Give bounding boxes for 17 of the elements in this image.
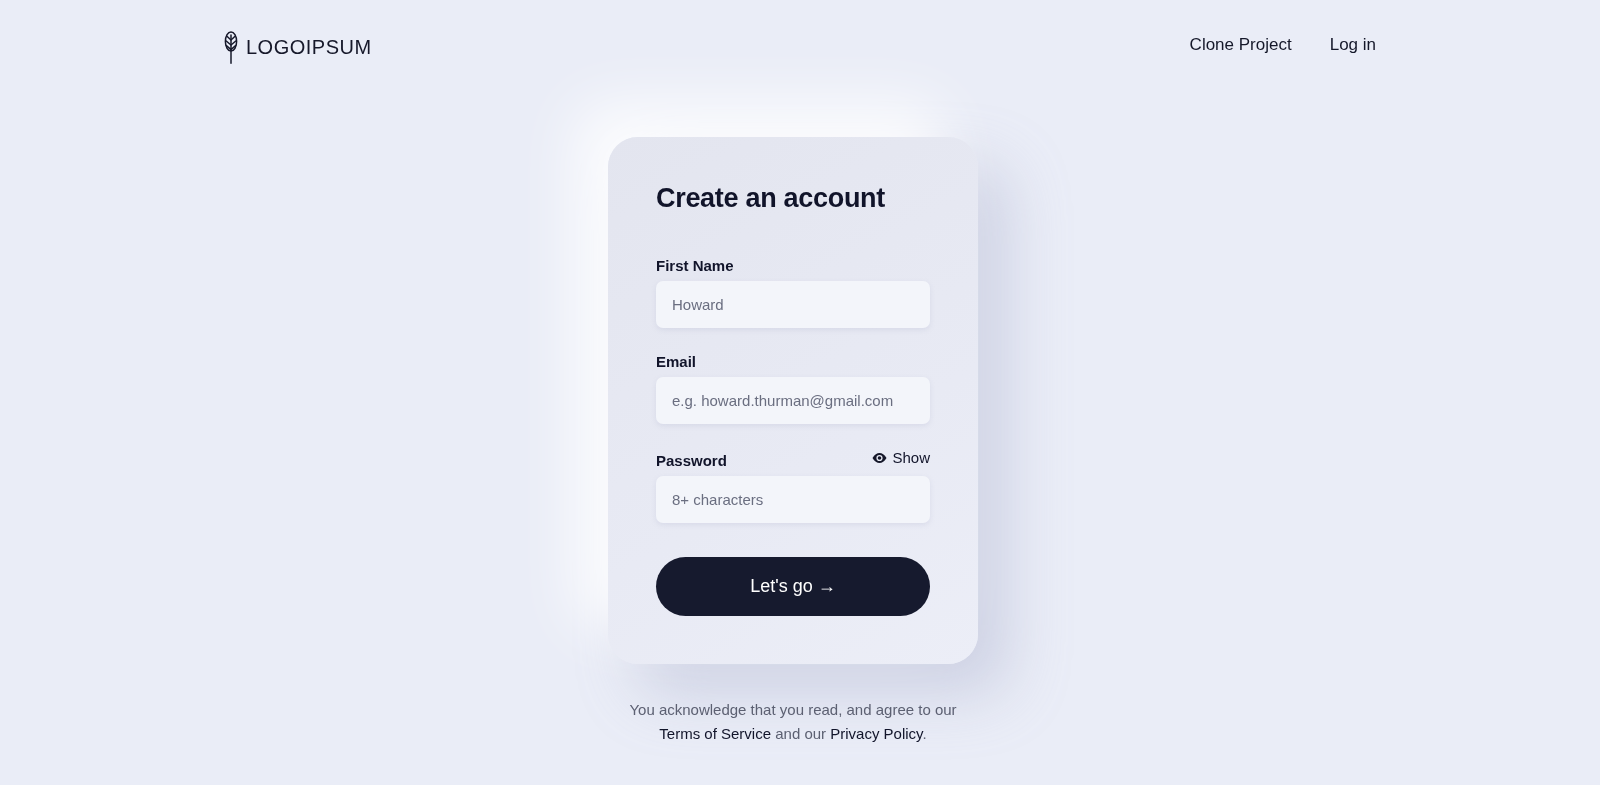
legal-link[interactable]: Privacy Policy [830, 725, 923, 742]
field-label: Email [656, 352, 697, 372]
form-title: Create an account [656, 182, 886, 215]
input-field[interactable]: e.g. howard.thurman@gmail.com [656, 377, 930, 424]
input-field[interactable]: 8+ characters [656, 476, 930, 523]
eye-icon [872, 453, 888, 463]
nav-link[interactable]: Log in [1329, 35, 1376, 55]
nav-link[interactable]: Clone Project [1189, 35, 1292, 55]
wheat-logo-icon [224, 30, 238, 64]
logo-wordmark: LOGOIPSUM [246, 35, 372, 59]
field-label: Password [656, 451, 727, 471]
legal-link[interactable]: Terms of Service [659, 725, 772, 742]
submit-button[interactable]: Let's go → [656, 557, 930, 616]
input-field[interactable]: Howard [656, 281, 930, 328]
field-label: First Name [656, 256, 734, 276]
show-password-toggle[interactable]: Show [872, 448, 930, 468]
legal-notice: You acknowledge that you read, and agree to our Terms of Service and our Privacy Policy. [628, 700, 958, 744]
